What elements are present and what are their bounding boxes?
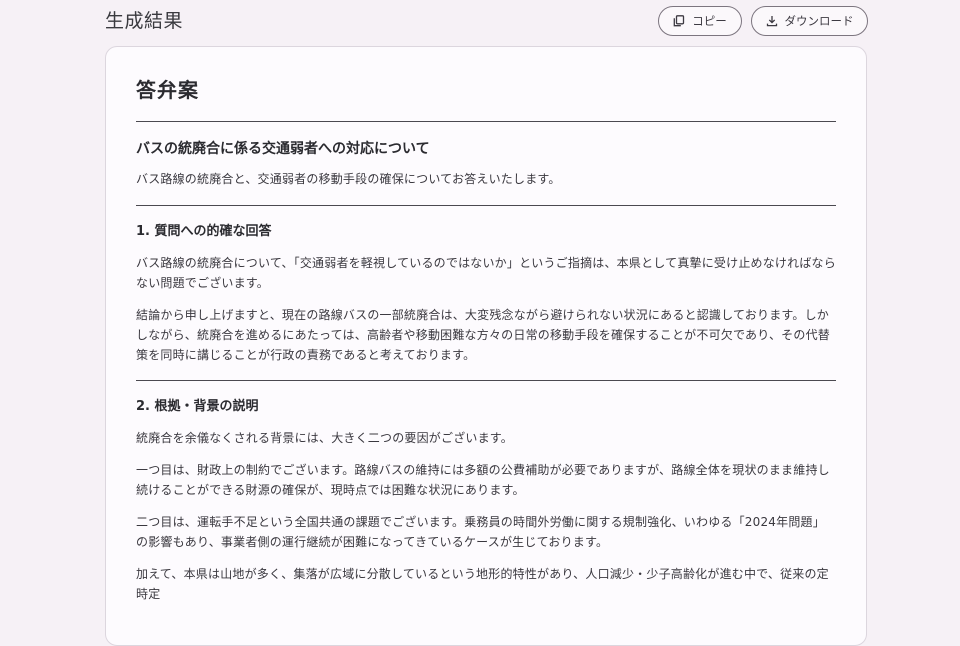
divider [136, 121, 836, 122]
download-button[interactable]: ダウンロード [751, 6, 868, 36]
paragraph: 結論から申し上げますと、現在の路線バスの一部統廃合は、大変残念ながら避けられない… [136, 308, 830, 362]
paragraph: 加えて、本県は山地が多く、集落が広域に分散しているという地形的特性があり、人口減… [136, 567, 829, 601]
copy-icon [673, 15, 685, 27]
copy-button[interactable]: コピー [658, 6, 742, 36]
result-card: 答弁案 バスの統廃合に係る交通弱者への対応について バス路線の統廃合と、交通弱者… [105, 46, 867, 646]
paragraph: バス路線の統廃合について、「交通弱者を軽視しているのではないか」というご指摘は、… [136, 256, 836, 290]
section-heading-answer: 1. 質問への的確な回答 [136, 224, 272, 239]
section-heading-background: 2. 根拠・背景の説明 [136, 399, 259, 414]
header-actions: コピー ダウンロード [658, 6, 868, 36]
download-button-label: ダウンロード [784, 14, 854, 28]
document-title: 答弁案 [136, 78, 199, 102]
intro-paragraph: バス路線の統廃合と、交通弱者の移動手段の確保についてお答えいたします。 [136, 172, 561, 186]
page-title: 生成結果 [105, 10, 184, 32]
paragraph: 一つ目は、財政上の制約でございます。路線バスの維持には多額の公費補助が必要であり… [136, 463, 830, 497]
divider [136, 380, 836, 381]
paragraph: 統廃合を余儀なくされる背景には、大きく二つの要因がございます。 [136, 431, 514, 445]
copy-button-label: コピー [692, 14, 727, 28]
paragraph: 二つ目は、運転手不足という全国共通の課題でございます。乗務員の時間外労働に関する… [136, 515, 825, 549]
divider [136, 205, 836, 206]
download-icon [766, 15, 778, 27]
document-subtitle: バスの統廃合に係る交通弱者への対応について [136, 141, 430, 157]
